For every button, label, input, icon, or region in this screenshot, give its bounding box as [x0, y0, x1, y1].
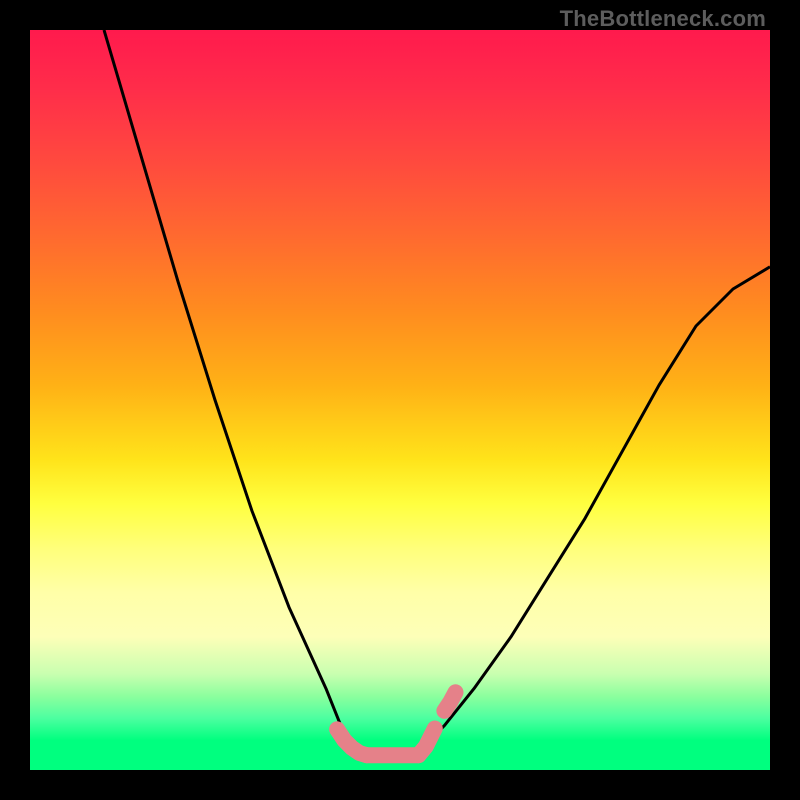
watermark-text: TheBottleneck.com	[560, 6, 766, 32]
chart-svg	[30, 30, 770, 770]
series-bottom-marker-detached	[444, 692, 455, 711]
plot-area	[30, 30, 770, 770]
chart-frame: TheBottleneck.com	[0, 0, 800, 800]
series-left-curve	[104, 30, 363, 755]
series-right-curve	[415, 267, 770, 755]
series-bottom-marker-right	[419, 729, 435, 756]
